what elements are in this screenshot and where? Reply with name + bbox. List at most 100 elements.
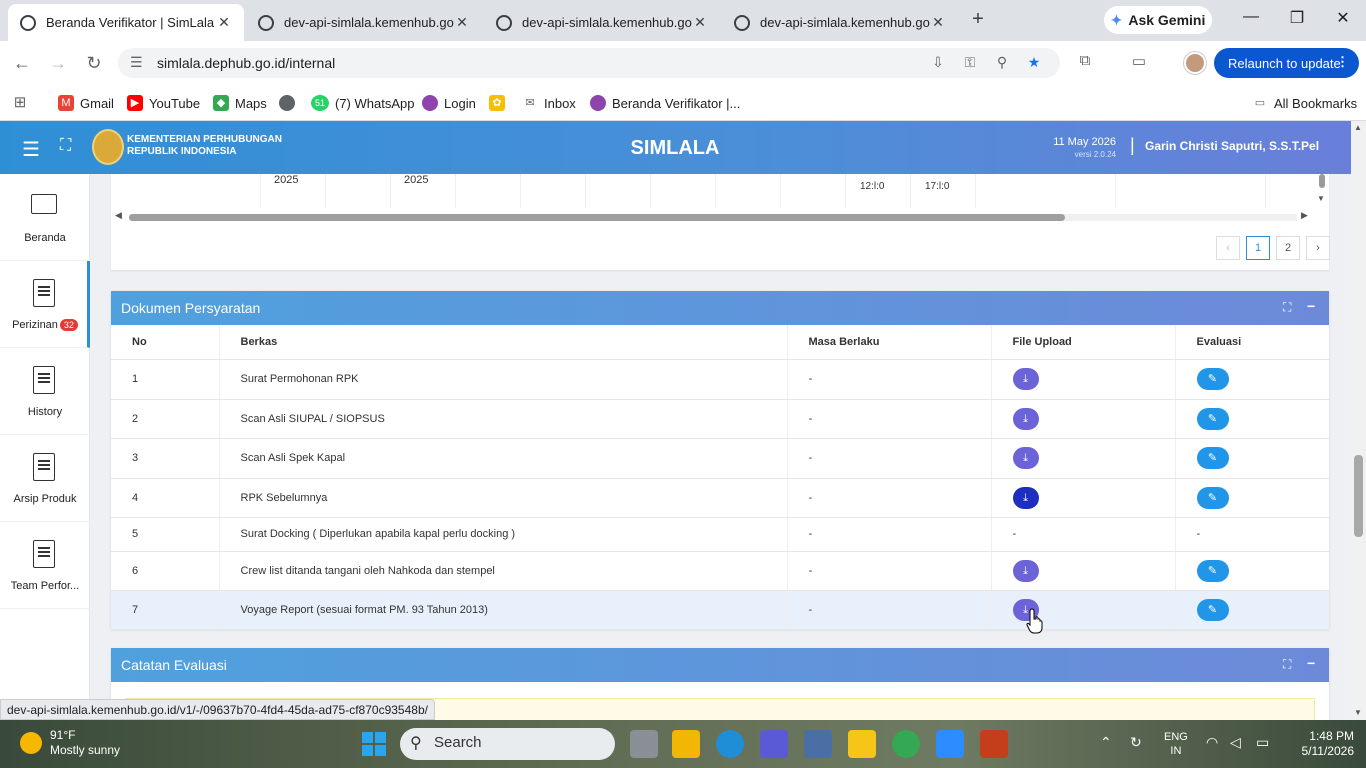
expand-card-icon[interactable]: ⛶ — [1283, 657, 1291, 672]
menu-dots-icon[interactable]: ⋮ — [1336, 54, 1349, 70]
language-indicator[interactable]: ENG IN — [1164, 730, 1188, 758]
volume-icon[interactable]: ◁ — [1230, 734, 1241, 751]
relaunch-to-update-button[interactable]: Relaunch to update ⋮ — [1214, 48, 1359, 78]
scroll-down-arrow-icon[interactable]: ▼ — [1317, 194, 1325, 203]
download-button[interactable]: ⤓ — [1012, 486, 1039, 509]
close-tab-icon[interactable]: ✕ — [930, 14, 946, 31]
sidebar-item-team-performance[interactable]: Team Perfor... — [0, 522, 90, 609]
camera-icon[interactable] — [804, 730, 832, 758]
profile-avatar[interactable] — [1184, 52, 1206, 74]
bookmark-label: (7) WhatsApp — [335, 95, 415, 111]
taskbar-search[interactable]: ⚲ Search — [400, 728, 615, 760]
scrollbar-thumb[interactable] — [1354, 455, 1363, 537]
close-tab-icon[interactable]: ✕ — [216, 14, 232, 31]
scroll-up-arrow-icon[interactable]: ▲ — [1354, 123, 1362, 132]
expand-card-icon[interactable]: ⛶ — [1283, 300, 1291, 315]
bookmark-inbox[interactable]: ✉ Inbox — [522, 92, 575, 114]
sidebar-item-beranda[interactable]: Beranda — [0, 174, 90, 261]
battery-icon[interactable]: ▭ — [1256, 734, 1269, 751]
masa-berlaku: - — [787, 399, 992, 439]
extensions-icon[interactable]: ⧉ — [1074, 52, 1096, 74]
bookmark-pinwheel[interactable]: ✿ — [489, 92, 511, 114]
edit-evaluasi-button[interactable]: ✎ — [1196, 486, 1229, 509]
sticky-notes-icon[interactable] — [848, 730, 876, 758]
tab-title: dev-api-simlala.kemenhub.go.id — [760, 15, 930, 30]
hamburger-menu-icon[interactable]: ☰ — [22, 137, 40, 162]
user-name[interactable]: Garin Christi Saputri, S.S.T.Pel — [1145, 139, 1319, 153]
install-app-icon[interactable]: ⇩ — [928, 54, 948, 72]
edit-evaluasi-button[interactable]: ✎ — [1196, 447, 1229, 469]
pagination-prev[interactable]: ‹ — [1216, 236, 1240, 260]
scrollbar-thumb[interactable] — [129, 214, 1065, 221]
bookmark-gmail[interactable]: M Gmail — [58, 92, 114, 114]
sidebar-item-perizinan[interactable]: Perizinan 32 — [0, 261, 90, 348]
zoom-app-icon[interactable] — [936, 730, 964, 758]
bookmark-youtube[interactable]: ▶ YouTube — [127, 92, 200, 114]
table-horizontal-scrollbar[interactable]: ◀ ▶ — [111, 210, 1311, 222]
all-bookmarks[interactable]: ▭ All Bookmarks — [1252, 92, 1357, 114]
tab-beranda-verifikator[interactable]: Beranda Verifikator | SimLala ✕ — [8, 4, 244, 41]
page-scrollbar[interactable]: ▲ ▼ — [1351, 121, 1366, 720]
powerpoint-icon[interactable] — [980, 730, 1008, 758]
bookmark-globe[interactable] — [279, 92, 301, 114]
edit-evaluasi-button[interactable]: ✎ — [1196, 368, 1229, 390]
sidebar-item-history[interactable]: History — [0, 348, 90, 435]
download-button[interactable]: ⤓ — [1012, 407, 1039, 430]
sidebar-item-arsip-produk[interactable]: Arsip Produk — [0, 435, 90, 522]
windows-start-icon[interactable] — [362, 732, 386, 756]
ask-gemini-button[interactable]: ✦ Ask Gemini — [1104, 6, 1212, 34]
collapse-card-icon[interactable]: − — [1307, 655, 1315, 671]
bookmark-whatsapp[interactable]: 51 (7) WhatsApp — [311, 92, 414, 114]
bookmark-login[interactable]: Login — [422, 92, 476, 114]
vscode-icon[interactable] — [760, 730, 788, 758]
edit-evaluasi-button[interactable]: ✎ — [1196, 559, 1229, 582]
download-button[interactable]: ⤓ — [1012, 368, 1039, 390]
edit-evaluasi-button[interactable]: ✎ — [1196, 598, 1229, 621]
password-key-icon[interactable]: ⚿ — [960, 54, 980, 72]
table-vertical-scrollbar[interactable]: ▼ — [1316, 174, 1328, 208]
pagination-page-1[interactable]: 1 — [1246, 236, 1270, 260]
tab-dev-api-3[interactable]: dev-api-simlala.kemenhub.go.id ✕ — [722, 4, 958, 41]
sync-icon[interactable]: ↻ — [1130, 734, 1142, 751]
edge-icon[interactable] — [716, 730, 744, 758]
fullscreen-icon[interactable]: ⛶ — [60, 137, 71, 155]
scroll-right-arrow-icon[interactable]: ▶ — [1301, 210, 1308, 221]
download-button[interactable]: ⤓ — [1012, 447, 1039, 469]
tab-search-icon[interactable]: ▭ — [1128, 52, 1150, 74]
pagination-next[interactable]: › — [1306, 236, 1330, 260]
column-header: Berkas — [219, 325, 788, 360]
taskbar-clock[interactable]: 1:48 PM 5/11/2026 — [1290, 729, 1355, 759]
bookmark-label: Login — [444, 95, 476, 111]
close-tab-icon[interactable]: ✕ — [692, 14, 708, 31]
tab-dev-api-2[interactable]: dev-api-simlala.kemenhub.go.id ✕ — [484, 4, 720, 41]
collapse-card-icon[interactable]: − — [1307, 298, 1315, 314]
apps-grid-icon[interactable]: ⊞ — [12, 92, 34, 114]
task-view-icon[interactable] — [630, 730, 658, 758]
edit-evaluasi-button[interactable]: ✎ — [1196, 407, 1229, 430]
maps-pin-icon: ◆ — [213, 95, 229, 111]
show-hidden-icons[interactable]: ⌃ — [1100, 734, 1112, 751]
bookmark-star-icon[interactable]: ★ — [1024, 54, 1044, 72]
maximize-button[interactable]: ❐ — [1282, 8, 1312, 32]
pagination-page-2[interactable]: 2 — [1276, 236, 1300, 260]
forward-button[interactable]: → — [46, 51, 70, 75]
close-tab-icon[interactable]: ✕ — [454, 14, 470, 31]
scroll-down-arrow-icon[interactable]: ▼ — [1354, 708, 1362, 717]
scrollbar-thumb[interactable] — [1319, 174, 1325, 188]
close-window-button[interactable]: ✕ — [1328, 8, 1358, 32]
bookmark-maps[interactable]: ◆ Maps — [213, 92, 267, 114]
download-button[interactable]: ⤓ — [1012, 559, 1039, 582]
address-bar[interactable]: ☰ simlala.dephub.go.id/internal ⇩ ⚿ ⚲ ★ — [118, 48, 1060, 78]
chrome-icon[interactable] — [892, 730, 920, 758]
minimize-button[interactable]: — — [1236, 8, 1266, 32]
back-button[interactable]: ← — [10, 51, 34, 75]
bookmark-beranda-verifikator[interactable]: Beranda Verifikator |... — [590, 92, 740, 114]
new-tab-button[interactable]: + — [968, 8, 988, 32]
reload-button[interactable]: ↻ — [82, 51, 106, 75]
wifi-icon[interactable]: ◠ — [1206, 734, 1218, 751]
site-info-icon[interactable]: ☰ — [130, 54, 143, 71]
scroll-left-arrow-icon[interactable]: ◀ — [115, 210, 122, 221]
zoom-icon[interactable]: ⚲ — [992, 54, 1012, 72]
file-explorer-icon[interactable] — [672, 730, 700, 758]
tab-dev-api-1[interactable]: dev-api-simlala.kemenhub.go.id ✕ — [246, 4, 482, 41]
